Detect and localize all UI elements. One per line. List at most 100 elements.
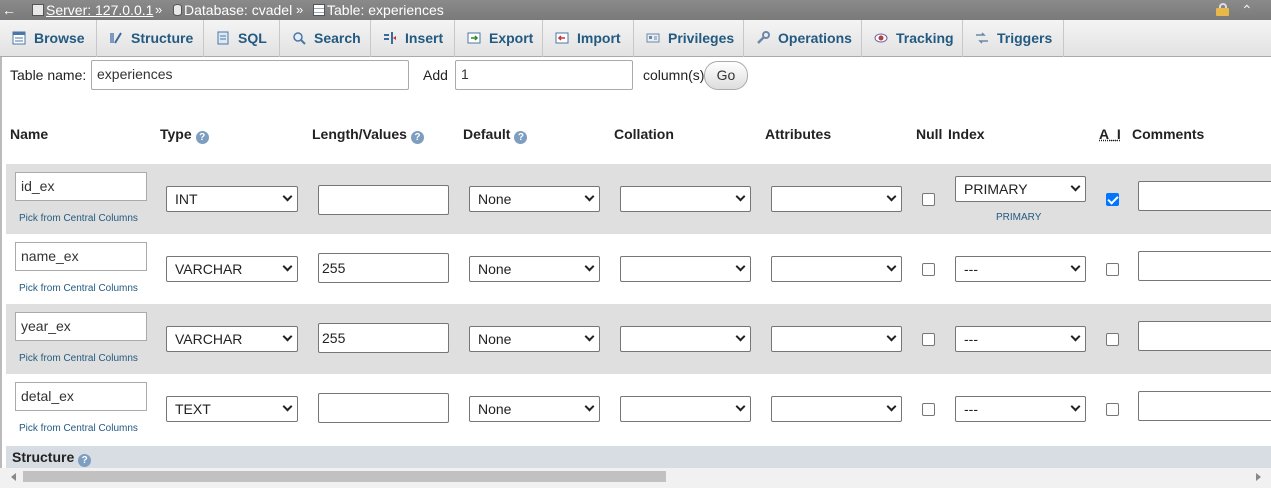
index-select[interactable]: --- [955,256,1086,282]
attributes-select[interactable] [771,396,902,422]
tab-search[interactable]: Search [280,20,371,57]
tab-privileges[interactable]: Privileges [634,20,744,57]
scroll-right-icon[interactable] [1256,473,1261,481]
tab-browse[interactable]: Browse [0,20,97,57]
null-checkbox[interactable] [922,403,935,416]
length-input[interactable] [318,185,449,215]
help-icon[interactable]: ? [411,131,424,144]
attributes-select[interactable] [771,326,902,352]
type-select[interactable]: VARCHAR [166,326,298,352]
auto-increment-checkbox[interactable] [1106,403,1119,416]
scrollbar-thumb[interactable] [23,471,666,482]
lock-icon[interactable] [1216,3,1229,16]
collation-select[interactable] [620,256,751,282]
search-icon [292,31,306,45]
type-select[interactable]: VARCHAR [166,256,298,282]
chevron-down-icon [1071,262,1081,272]
column-name-input[interactable]: detal_ex [15,382,147,411]
type-select[interactable]: INT [166,186,298,212]
pick-central-columns-link[interactable]: Pick from Central Columns [19,423,138,435]
column-name-input[interactable]: id_ex [15,172,147,201]
header-auto-increment: A_I [1099,126,1121,142]
null-checkbox[interactable] [922,193,935,206]
header-null: Null [916,126,942,142]
collation-select[interactable] [620,396,751,422]
breadcrumb-database[interactable]: Database: cvadel [173,0,292,20]
table-icon [313,4,325,16]
header-comments: Comments [1132,126,1204,142]
breadcrumb-separator: » [155,0,162,20]
privileges-icon [646,31,660,45]
tab-triggers[interactable]: Triggers [963,20,1064,57]
chevron-down-icon [1071,332,1081,342]
default-select[interactable]: None [469,186,600,212]
insert-icon [383,31,397,45]
table-row: name_ex Pick from Central Columns VARCHA… [6,234,1271,304]
chevron-down-icon [283,262,293,272]
table-row: id_ex Pick from Central Columns INT None… [6,164,1271,234]
chevron-down-icon [887,192,897,202]
comments-input[interactable] [1138,251,1271,281]
length-input[interactable]: 255 [318,323,449,353]
length-input[interactable] [318,393,449,423]
default-select[interactable]: None [469,326,600,352]
default-select[interactable]: None [469,396,600,422]
chevron-down-icon [585,332,595,342]
tab-export[interactable]: Export [455,20,543,57]
go-button[interactable]: Go [704,61,748,90]
help-icon[interactable]: ? [196,131,209,144]
sql-icon [216,31,230,45]
chevron-down-icon [283,402,293,412]
breadcrumb-separator: » [296,0,303,20]
horizontal-scrollbar[interactable] [0,468,1271,488]
collation-select[interactable] [620,186,751,212]
index-select[interactable]: --- [955,396,1086,422]
tab-import[interactable]: Import [543,20,634,57]
length-input[interactable]: 255 [318,253,449,283]
index-select[interactable]: --- [955,326,1086,352]
breadcrumb-server[interactable]: Server: 127.0.0.1 [32,0,153,20]
chevron-down-icon [585,402,595,412]
tab-insert[interactable]: Insert [371,20,455,57]
column-name-input[interactable]: year_ex [15,312,147,341]
pick-central-columns-link[interactable]: Pick from Central Columns [19,353,138,365]
tab-tracking[interactable]: Tracking [862,20,963,57]
null-checkbox[interactable] [922,333,935,346]
tab-sql[interactable]: SQL [204,20,280,57]
help-icon[interactable]: ? [78,454,91,467]
comments-input[interactable] [1138,321,1271,351]
tab-operations[interactable]: Operations [744,20,862,57]
scroll-left-icon[interactable] [11,473,16,481]
collapse-icon[interactable]: ⌃ [1241,0,1255,20]
pick-central-columns-link[interactable]: Pick from Central Columns [19,283,138,295]
tab-structure[interactable]: Structure [97,20,204,57]
header-attributes: Attributes [765,126,831,142]
auto-increment-checkbox[interactable] [1106,263,1119,276]
column-name-input[interactable]: name_ex [15,242,147,271]
table-name-input[interactable]: experiences [91,60,409,90]
attributes-select[interactable] [771,256,902,282]
default-select[interactable]: None [469,256,600,282]
comments-input[interactable] [1138,181,1271,211]
index-select[interactable]: PRIMARY [955,176,1086,202]
help-icon[interactable]: ? [514,131,527,144]
header-length-values: Length/Values? [312,126,424,144]
columns-label: column(s) [643,67,704,83]
breadcrumb-table[interactable]: Table: experiences [313,0,444,20]
comments-input[interactable] [1138,391,1271,421]
attributes-select[interactable] [771,186,902,212]
auto-increment-checkbox[interactable] [1106,193,1119,206]
collation-select[interactable] [620,326,751,352]
add-label: Add [423,67,448,83]
back-arrow-icon[interactable]: ← [2,0,18,20]
header-index: Index [948,126,985,142]
tracking-icon [874,31,888,45]
null-checkbox[interactable] [922,263,935,276]
table-name-label: Table name: [10,67,86,83]
type-select[interactable]: TEXT [166,396,298,422]
auto-increment-checkbox[interactable] [1106,333,1119,346]
chevron-down-icon [736,262,746,272]
pick-central-columns-link[interactable]: Pick from Central Columns [19,213,138,225]
chevron-down-icon [283,332,293,342]
add-columns-input[interactable]: 1 [455,60,633,90]
